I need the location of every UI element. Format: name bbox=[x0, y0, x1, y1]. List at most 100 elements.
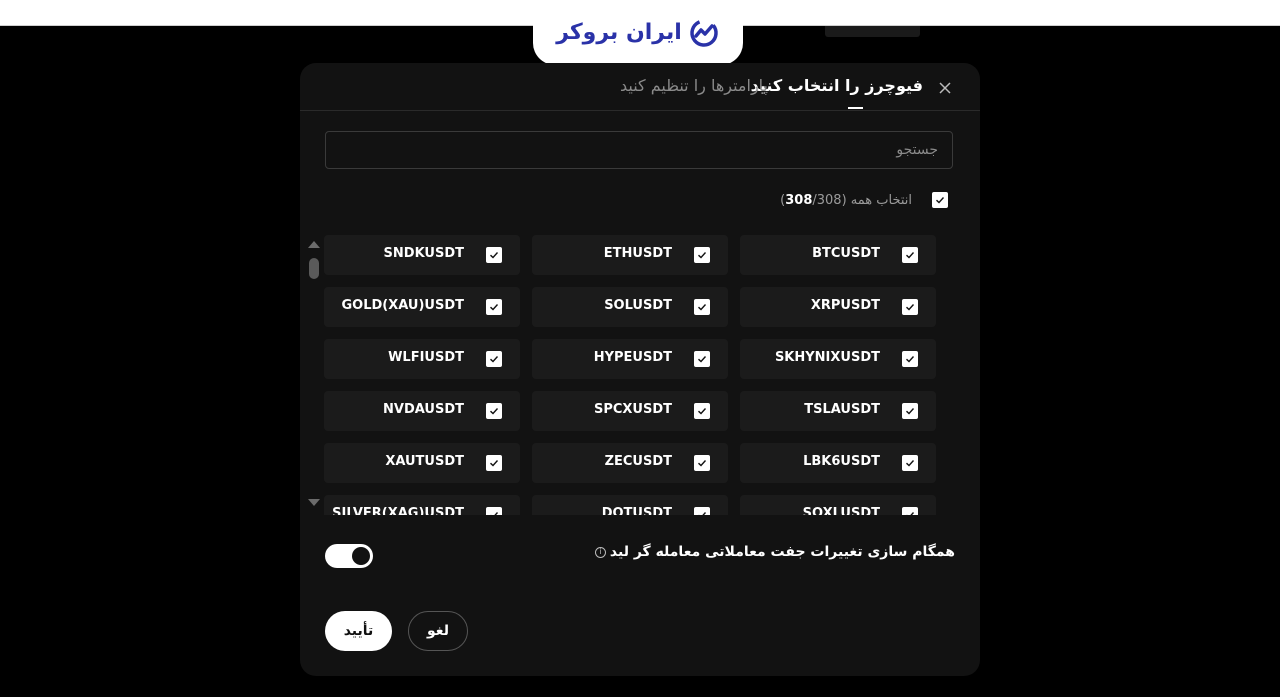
scrollbar-thumb[interactable] bbox=[309, 258, 319, 279]
symbol-label: XRPUSDT bbox=[810, 298, 880, 313]
sync-toggle[interactable] bbox=[325, 544, 373, 568]
tab-select-futures[interactable]: فیوچرز را انتخاب کنید bbox=[751, 76, 923, 95]
search-input[interactable] bbox=[325, 131, 953, 169]
symbol-option[interactable]: WLFIUSDT bbox=[324, 339, 520, 379]
info-icon[interactable]: i bbox=[594, 546, 606, 558]
symbol-label: LBK6USDT bbox=[803, 454, 880, 469]
cancel-button[interactable]: لغو bbox=[408, 611, 468, 651]
symbol-checkbox[interactable] bbox=[694, 403, 710, 419]
brand-logo: ایران بروکر bbox=[533, 0, 743, 65]
brand-chart-icon bbox=[690, 18, 718, 47]
symbol-grid-viewport: SNDKUSDT ETHUSDT BTCUSDT GOLD(XAU)USDT SOLUS… bbox=[324, 235, 944, 515]
brand-name: ایران بروکر bbox=[556, 20, 682, 45]
symbol-option[interactable]: HYPEUSDT bbox=[532, 339, 728, 379]
symbol-checkbox[interactable] bbox=[902, 247, 918, 263]
symbol-checkbox[interactable] bbox=[486, 507, 502, 515]
symbol-label: ETHUSDT bbox=[603, 246, 672, 261]
check-icon bbox=[906, 356, 915, 363]
check-icon bbox=[906, 408, 915, 415]
symbol-label: TSLAUSDT bbox=[804, 402, 880, 417]
check-icon bbox=[490, 356, 499, 363]
background-button bbox=[825, 26, 920, 37]
check-icon bbox=[698, 252, 707, 259]
symbol-checkbox[interactable] bbox=[902, 507, 918, 515]
check-icon bbox=[698, 356, 707, 363]
sync-label: همگام سازی تغییرات جفت معاملاتی معامله گ… bbox=[609, 544, 955, 560]
symbol-checkbox[interactable] bbox=[486, 247, 502, 263]
check-icon bbox=[936, 197, 945, 204]
symbol-checkbox[interactable] bbox=[486, 455, 502, 471]
scroll-up-arrow[interactable] bbox=[308, 241, 320, 248]
symbol-option[interactable]: DOTUSDT bbox=[532, 495, 728, 515]
symbol-checkbox[interactable] bbox=[694, 299, 710, 315]
symbol-label: SOXLUSDT bbox=[802, 506, 880, 515]
close-icon[interactable] bbox=[936, 79, 954, 97]
check-icon bbox=[490, 512, 499, 515]
symbol-option[interactable]: SPCXUSDT bbox=[532, 391, 728, 431]
tab-set-parameters[interactable]: پارامترها را تنظیم کنید bbox=[620, 76, 768, 95]
symbol-label: SNDKUSDT bbox=[383, 246, 464, 261]
check-icon bbox=[906, 304, 915, 311]
symbol-label: BTCUSDT bbox=[812, 246, 880, 261]
check-icon bbox=[490, 304, 499, 311]
symbol-checkbox[interactable] bbox=[694, 455, 710, 471]
toggle-knob bbox=[352, 547, 370, 565]
symbol-option[interactable]: SKHYNIXUSDT bbox=[740, 339, 936, 379]
symbol-checkbox[interactable] bbox=[694, 507, 710, 515]
symbol-option[interactable]: XAUTUSDT bbox=[324, 443, 520, 483]
symbol-option[interactable]: SILVER(XAG)USDT bbox=[324, 495, 520, 515]
symbol-label: SKHYNIXUSDT bbox=[774, 350, 880, 365]
check-icon bbox=[698, 304, 707, 311]
modal-header: فیوچرز را انتخاب کنید پارامترها را تنظیم… bbox=[300, 63, 980, 111]
symbol-option[interactable]: NVDAUSDT bbox=[324, 391, 520, 431]
select-all-text: انتخاب همه ( bbox=[841, 192, 912, 208]
symbol-option[interactable]: LBK6USDT bbox=[740, 443, 936, 483]
symbol-option[interactable]: SNDKUSDT bbox=[324, 235, 520, 275]
symbol-option[interactable]: XRPUSDT bbox=[740, 287, 936, 327]
symbol-option[interactable]: ETHUSDT bbox=[532, 235, 728, 275]
symbol-checkbox[interactable] bbox=[486, 403, 502, 419]
symbol-label: GOLD(XAU)USDT bbox=[341, 298, 465, 313]
symbol-label: ZECUSDT bbox=[604, 454, 672, 469]
check-icon bbox=[490, 252, 499, 259]
check-icon bbox=[698, 408, 707, 415]
symbol-label: SPCXUSDT bbox=[593, 402, 672, 417]
symbol-label: HYPEUSDT bbox=[593, 350, 672, 365]
symbol-label: XAUTUSDT bbox=[385, 454, 464, 469]
check-icon bbox=[490, 408, 499, 415]
symbol-option[interactable]: BTCUSDT bbox=[740, 235, 936, 275]
background-link bbox=[382, 18, 464, 26]
symbol-checkbox[interactable] bbox=[902, 403, 918, 419]
check-icon bbox=[906, 512, 915, 515]
scroll-down-arrow[interactable] bbox=[308, 499, 320, 506]
symbol-label: SILVER(XAG)USDT bbox=[332, 506, 464, 515]
futures-selection-modal: فیوچرز را انتخاب کنید پارامترها را تنظیم… bbox=[300, 63, 980, 676]
symbol-option[interactable]: GOLD(XAU)USDT bbox=[324, 287, 520, 327]
check-icon bbox=[698, 460, 707, 467]
select-all-label: انتخاب همه (308/308) bbox=[780, 193, 912, 208]
symbol-checkbox[interactable] bbox=[694, 247, 710, 263]
symbol-label: WLFIUSDT bbox=[388, 350, 464, 365]
select-all-checkbox[interactable] bbox=[932, 192, 948, 208]
confirm-button[interactable]: تأیید bbox=[325, 611, 392, 651]
check-icon bbox=[490, 460, 499, 467]
sync-row: همگام سازی تغییرات جفت معاملاتی معامله گ… bbox=[594, 544, 955, 560]
select-all-row[interactable]: انتخاب همه (308/308) bbox=[780, 192, 948, 208]
symbol-label: NVDAUSDT bbox=[383, 402, 464, 417]
symbol-label: DOTUSDT bbox=[601, 506, 672, 515]
symbol-checkbox[interactable] bbox=[902, 455, 918, 471]
active-tab-indicator bbox=[848, 107, 863, 109]
symbol-checkbox[interactable] bbox=[694, 351, 710, 367]
symbol-checkbox[interactable] bbox=[902, 299, 918, 315]
check-icon bbox=[698, 512, 707, 515]
symbol-option[interactable]: SOXLUSDT bbox=[740, 495, 936, 515]
symbol-checkbox[interactable] bbox=[902, 351, 918, 367]
symbol-checkbox[interactable] bbox=[486, 351, 502, 367]
symbol-option[interactable]: TSLAUSDT bbox=[740, 391, 936, 431]
symbol-option[interactable]: SOLUSDT bbox=[532, 287, 728, 327]
check-icon bbox=[906, 252, 915, 259]
symbol-option[interactable]: ZECUSDT bbox=[532, 443, 728, 483]
symbol-label: SOLUSDT bbox=[604, 298, 672, 313]
check-icon bbox=[906, 460, 915, 467]
symbol-checkbox[interactable] bbox=[486, 299, 502, 315]
